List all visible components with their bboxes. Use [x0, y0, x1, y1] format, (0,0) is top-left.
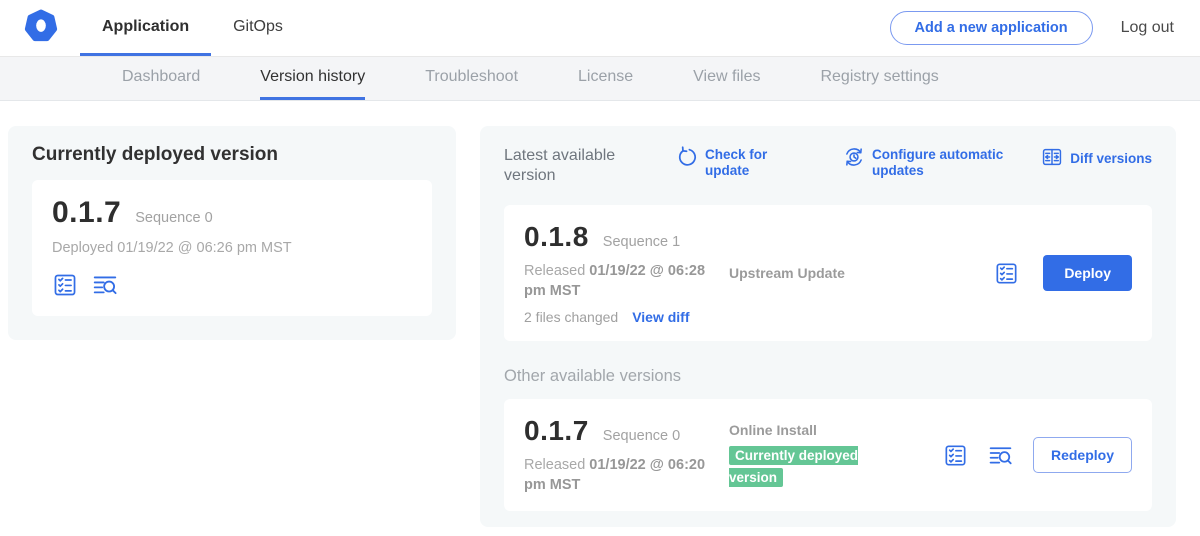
deployed-version-card: 0.1.7 Sequence 0 Deployed 01/19/22 @ 06:…: [32, 180, 432, 316]
tab-gitops[interactable]: GitOps: [211, 0, 305, 56]
subnav-item-dashboard[interactable]: Dashboard: [122, 57, 200, 100]
subnav-version-history-label: Version history: [260, 68, 365, 86]
diff-versions-label: Diff versions: [1070, 151, 1152, 167]
subnav-item-registry-settings[interactable]: Registry settings: [820, 57, 938, 100]
check-for-update-button[interactable]: Check for update: [676, 146, 777, 180]
latest-version-number: 0.1.8: [524, 221, 589, 253]
released-prefix: Released: [524, 457, 585, 473]
subnav-view-files-label: View files: [693, 68, 760, 86]
add-application-button[interactable]: Add a new application: [890, 11, 1093, 45]
currently-deployed-panel: Currently deployed version 0.1.7 Sequenc…: [8, 126, 456, 340]
subnav-dashboard-label: Dashboard: [122, 68, 200, 86]
view-diff-link[interactable]: View diff: [632, 309, 689, 325]
tab-application[interactable]: Application: [80, 0, 211, 56]
other-sequence-label: Sequence 0: [603, 428, 680, 444]
config-checklist-icon[interactable]: [943, 443, 968, 468]
deployed-version-number: 0.1.7: [52, 196, 121, 230]
files-changed-label: 2 files changed: [524, 309, 618, 325]
subnav-troubleshoot-label: Troubleshoot: [425, 68, 518, 86]
other-version-source-block: Online Install Currently deployed versio…: [729, 422, 943, 489]
diff-icon: [1041, 146, 1063, 172]
top-nav: Application GitOps Add a new application…: [0, 0, 1200, 57]
latest-version-info: 0.1.8 Sequence 1 Released 01/19/22 @ 06:…: [524, 221, 729, 325]
deployed-sequence-label: Sequence 0: [135, 210, 212, 226]
top-tabs: Application GitOps: [80, 0, 305, 56]
refresh-icon: [676, 146, 698, 172]
latest-released-date: Released 01/19/22 @ 06:28 pm MST: [524, 262, 729, 301]
subnav-item-version-history[interactable]: Version history: [260, 57, 365, 100]
currently-deployed-badge-wrap: Currently deployed version: [729, 445, 891, 489]
latest-version-card: 0.1.8 Sequence 1 Released 01/19/22 @ 06:…: [504, 205, 1152, 341]
redeploy-button[interactable]: Redeploy: [1033, 437, 1132, 473]
top-nav-right: Add a new application Log out: [890, 0, 1200, 56]
subnav-item-view-files[interactable]: View files: [693, 57, 760, 100]
latest-sequence-label: Sequence 1: [603, 234, 680, 250]
view-logs-icon[interactable]: [92, 272, 118, 298]
content-area: Currently deployed version 0.1.7 Sequenc…: [0, 101, 1200, 527]
other-version-number: 0.1.7: [524, 415, 589, 447]
released-prefix: Released: [524, 263, 585, 279]
config-checklist-icon[interactable]: [994, 261, 1019, 286]
check-for-update-label: Check for update: [705, 146, 777, 180]
app-logo: [0, 0, 80, 56]
other-version-card: 0.1.7 Sequence 0 Released 01/19/22 @ 06:…: [504, 399, 1152, 511]
tab-application-label: Application: [102, 18, 189, 36]
other-version-source: Online Install: [729, 422, 943, 438]
configure-automatic-updates-button[interactable]: Configure automatic updates: [843, 146, 1012, 180]
subnav-item-license[interactable]: License: [578, 57, 633, 100]
other-released-date: Released 01/19/22 @ 06:20 pm MST: [524, 456, 729, 495]
logout-link[interactable]: Log out: [1121, 19, 1174, 37]
view-logs-icon[interactable]: [988, 443, 1013, 468]
deploy-button[interactable]: Deploy: [1043, 255, 1132, 291]
currently-deployed-badge: Currently deployed version: [729, 446, 858, 487]
other-versions-title: Other available versions: [504, 367, 1152, 386]
app-subnav: Dashboard Version history Troubleshoot L…: [0, 57, 1200, 101]
subnav-license-label: License: [578, 68, 633, 86]
latest-version-actions: Deploy: [994, 255, 1132, 291]
available-panel-title: Latest available version: [504, 146, 632, 187]
latest-version-source: Upstream Update: [729, 265, 994, 281]
config-checklist-icon[interactable]: [52, 272, 78, 298]
available-versions-panel: Latest available version Check for updat…: [480, 126, 1176, 527]
deployed-date: Deployed 01/19/22 @ 06:26 pm MST: [52, 239, 412, 259]
deployed-panel-title: Currently deployed version: [32, 144, 432, 166]
other-version-info: 0.1.7 Sequence 0 Released 01/19/22 @ 06:…: [524, 415, 729, 495]
subnav-registry-settings-label: Registry settings: [820, 68, 938, 86]
replicated-heptagon-logo-icon: [24, 9, 58, 48]
subnav-item-troubleshoot[interactable]: Troubleshoot: [425, 57, 518, 100]
tab-gitops-label: GitOps: [233, 18, 283, 36]
configure-automatic-updates-label: Configure automatic updates: [872, 146, 1012, 180]
clock-refresh-icon: [843, 146, 865, 172]
other-version-actions: Redeploy: [943, 437, 1132, 473]
diff-versions-button[interactable]: Diff versions: [1041, 146, 1152, 172]
available-panel-header: Latest available version Check for updat…: [504, 146, 1152, 187]
